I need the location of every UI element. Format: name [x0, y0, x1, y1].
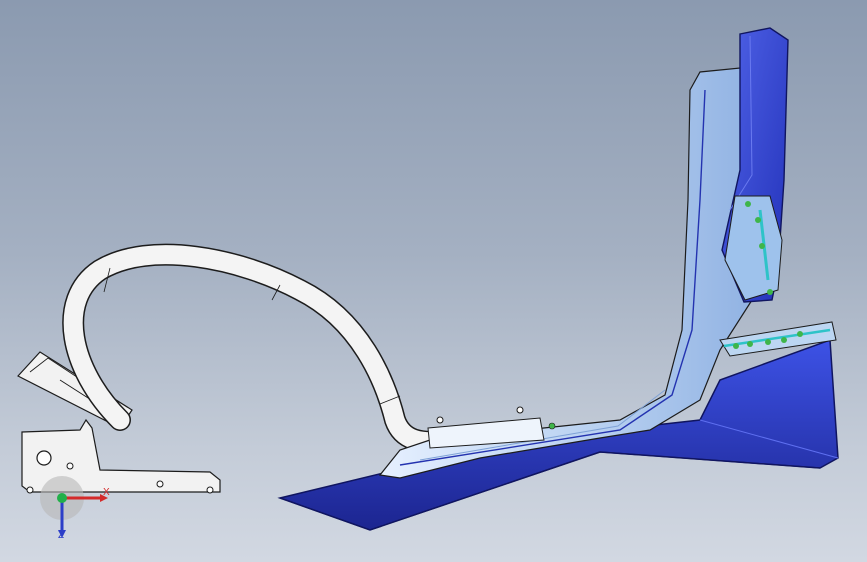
cad-model-scene[interactable]	[0, 0, 867, 562]
z-axis-label: Z	[58, 530, 65, 541]
x-axis-label: X	[103, 487, 110, 498]
cad-viewport[interactable]: X Z	[0, 0, 867, 562]
y-axis-dot	[57, 493, 67, 503]
